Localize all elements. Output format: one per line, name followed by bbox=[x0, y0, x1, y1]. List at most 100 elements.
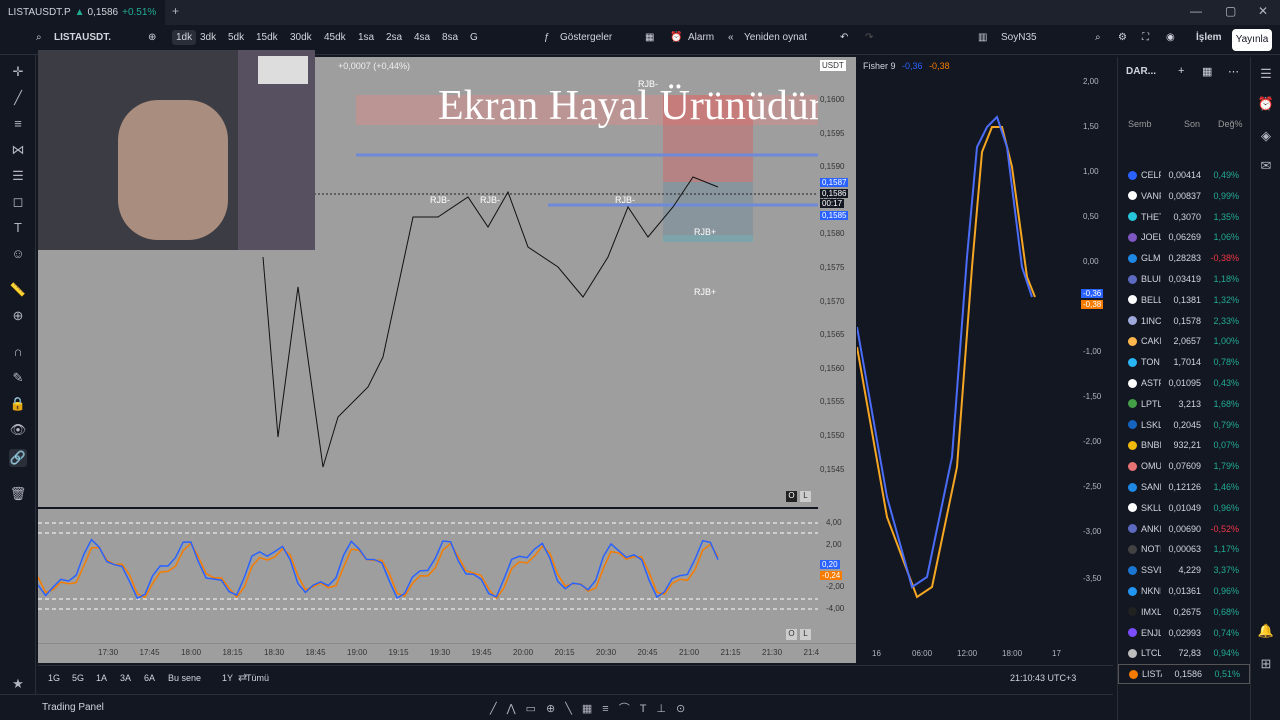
lock-icon[interactable]: 🔒 bbox=[9, 395, 27, 413]
watchlist-row[interactable]: JOEL 0,06269 1,06% bbox=[1118, 227, 1250, 247]
watchlist-row[interactable]: LSKL 0,2045 0,79% bbox=[1118, 415, 1250, 435]
watchlist-row[interactable]: TON 1,7014 0,78% bbox=[1118, 352, 1250, 372]
watchlist-layout-icon[interactable]: ▦ bbox=[1202, 65, 1212, 78]
interval-45dk[interactable]: 45dk bbox=[324, 32, 346, 43]
fib-icon[interactable]: ≡ bbox=[9, 115, 27, 133]
add-symbol-icon[interactable]: + bbox=[1178, 65, 1184, 77]
oscillator-pane[interactable]: O L bbox=[37, 509, 818, 643]
layout-grid-icon[interactable]: ▦ bbox=[645, 32, 654, 43]
watchlist-row[interactable]: BELL 0,1381 1,32% bbox=[1118, 290, 1250, 310]
currency-selector[interactable]: USDT bbox=[820, 60, 846, 71]
crosshair-icon[interactable]: ✛ bbox=[9, 63, 27, 81]
undo-icon[interactable]: ↶ bbox=[840, 32, 848, 43]
watchlist-row[interactable]: BLUI 0,03419 1,18% bbox=[1118, 269, 1250, 289]
watchlist-row[interactable]: THET 0,3070 1,35% bbox=[1118, 207, 1250, 227]
interval-8sa[interactable]: 8sa bbox=[442, 32, 458, 43]
interval-1sa[interactable]: 1sa bbox=[358, 32, 374, 43]
watchlist-panel-icon[interactable]: ☰ bbox=[1257, 65, 1275, 83]
watchlist-row[interactable]: ASTF 0,01095 0,43% bbox=[1118, 373, 1250, 393]
shape-icon[interactable]: ◻ bbox=[9, 193, 27, 211]
watchlist-row[interactable]: CELF 0,00414 0,49% bbox=[1118, 165, 1250, 185]
fisher-panel[interactable]: Fisher 9 -0,36 -0,38 2,00 1,50 1,00 0,50 0,0… bbox=[856, 57, 1113, 663]
favorite-icon[interactable]: ★ bbox=[9, 675, 27, 693]
range-5G[interactable]: 5G bbox=[72, 673, 84, 683]
apps-icon[interactable]: ⊞ bbox=[1257, 655, 1275, 673]
interval-5dk[interactable]: 5dk bbox=[228, 32, 244, 43]
search-icon[interactable]: ⌕ bbox=[36, 32, 42, 43]
col-symbol[interactable]: Semb bbox=[1128, 119, 1152, 129]
range-1Y[interactable]: 1Y bbox=[222, 673, 233, 683]
alerts-panel-icon[interactable]: ⏰ bbox=[1257, 95, 1275, 113]
interval-4sa[interactable]: 4sa bbox=[414, 32, 430, 43]
date-range-icon[interactable]: ⇄ bbox=[238, 671, 247, 684]
watchlist-row[interactable]: GLM 0,28283 -0,38% bbox=[1118, 248, 1250, 268]
emoji-icon[interactable]: ☺ bbox=[9, 245, 27, 263]
layout-panel-icon[interactable]: ▥ bbox=[978, 32, 987, 43]
zoom-icon[interactable]: ⊕ bbox=[9, 307, 27, 325]
lock-drawing-icon[interactable]: ✎ bbox=[9, 369, 27, 387]
chat-icon[interactable]: ✉ bbox=[1257, 157, 1275, 175]
fullscreen-icon[interactable]: ⛶ bbox=[1142, 32, 1149, 43]
interval-15dk[interactable]: 15dk bbox=[256, 32, 278, 43]
osc-scale-l-button[interactable]: L bbox=[800, 629, 811, 640]
interval-30dk[interactable]: 30dk bbox=[290, 32, 312, 43]
notifications-icon[interactable]: 🔔 bbox=[1257, 622, 1275, 640]
new-tab-icon[interactable]: + bbox=[172, 4, 179, 18]
browser-tab[interactable]: LISTAUSDT.P ▲ 0,1586 +0.51% bbox=[0, 0, 165, 25]
watchlist-row[interactable]: NKNI 0,01361 0,96% bbox=[1118, 581, 1250, 601]
footer-tool-icons[interactable]: ╱⋀▭⊕╲▦≡⌒T⊥⊙ bbox=[490, 700, 695, 716]
trade-button[interactable]: İşlem bbox=[1196, 32, 1222, 43]
watchlist-row[interactable]: SANI 0,12126 1,46% bbox=[1118, 477, 1250, 497]
trend-line-icon[interactable]: ╱ bbox=[9, 89, 27, 107]
scale-o-button[interactable]: O bbox=[786, 491, 797, 502]
layout-name[interactable]: SoyN35 bbox=[1001, 32, 1037, 43]
watchlist-title[interactable]: DAR... bbox=[1126, 66, 1156, 77]
trash-icon[interactable]: 🗑 bbox=[9, 485, 27, 503]
close-icon[interactable]: ✕ bbox=[1258, 4, 1268, 18]
col-last[interactable]: Son bbox=[1184, 119, 1200, 129]
watchlist-row[interactable]: ANKI 0,00690 -0,52% bbox=[1118, 519, 1250, 539]
watchlist-row[interactable]: ENJL 0,02993 0,74% bbox=[1118, 623, 1250, 643]
price-axis[interactable]: USDT 0,1600 0,1595 0,1590 0,1585 0,1580 0,157… bbox=[818, 57, 856, 657]
watchlist-row[interactable]: VANF 0,00837 0,99% bbox=[1118, 186, 1250, 206]
range-1A[interactable]: 1A bbox=[96, 673, 107, 683]
interval-3dk[interactable]: 3dk bbox=[200, 32, 216, 43]
interval-2sa[interactable]: 2sa bbox=[386, 32, 402, 43]
trading-panel-tab[interactable]: Trading Panel bbox=[42, 702, 104, 713]
ruler-icon[interactable]: 📏 bbox=[9, 281, 27, 299]
alarm-button[interactable]: Alarm bbox=[688, 32, 714, 43]
publish-button[interactable]: Yayınla bbox=[1232, 29, 1272, 51]
camera-icon[interactable]: ◉ bbox=[1166, 32, 1175, 43]
indicators-button[interactable]: Göstergeler bbox=[560, 32, 612, 43]
watchlist-row[interactable]: 1INC 0,1578 2,33% bbox=[1118, 311, 1250, 331]
settings-icon[interactable]: ⚙ bbox=[1118, 32, 1127, 43]
compare-add-icon[interactable]: ⊕ bbox=[148, 32, 156, 43]
minimize-icon[interactable]: — bbox=[1190, 4, 1202, 18]
text-icon[interactable]: T bbox=[9, 219, 27, 237]
maximize-icon[interactable]: ▢ bbox=[1225, 4, 1236, 18]
symbol-search[interactable]: LISTAUSDT. bbox=[54, 32, 111, 43]
pattern-icon[interactable]: ⋈ bbox=[9, 141, 27, 159]
link-icon[interactable]: 🔗 bbox=[9, 449, 27, 467]
watchlist-row[interactable]: OMU 0,07609 1,79% bbox=[1118, 456, 1250, 476]
interval-1dk[interactable]: 1dk bbox=[172, 30, 197, 45]
watchlist-row[interactable]: IMXL 0,2675 0,68% bbox=[1118, 602, 1250, 622]
range-3A[interactable]: 3A bbox=[120, 673, 131, 683]
watchlist-row[interactable]: SSVL 4,229 3,37% bbox=[1118, 560, 1250, 580]
quick-search-icon[interactable]: ⌕ bbox=[1095, 32, 1101, 43]
scale-l-button[interactable]: L bbox=[800, 491, 811, 502]
watchlist-row[interactable]: CAKI 2,0657 1,00% bbox=[1118, 331, 1250, 351]
range-6A[interactable]: 6A bbox=[144, 673, 155, 683]
watchlist-row[interactable]: SKLL 0,01049 0,96% bbox=[1118, 498, 1250, 518]
watchlist-row[interactable]: LISTA 0,1586 0,51% bbox=[1118, 664, 1250, 685]
watchlist-row[interactable]: LPTL 3,213 1,68% bbox=[1118, 394, 1250, 414]
interval-G[interactable]: G bbox=[470, 32, 478, 43]
magnet-icon[interactable]: ∩ bbox=[9, 343, 27, 361]
redo-icon[interactable]: ↷ bbox=[865, 32, 873, 43]
replay-button[interactable]: Yeniden oynat bbox=[744, 32, 807, 43]
forecast-icon[interactable]: ☰ bbox=[9, 167, 27, 185]
range-1G[interactable]: 1G bbox=[48, 673, 60, 683]
osc-scale-o-button[interactable]: O bbox=[786, 629, 797, 640]
eye-icon[interactable]: 👁 bbox=[9, 421, 27, 439]
clock[interactable]: 21:10:43 UTC+3 bbox=[1010, 673, 1076, 683]
